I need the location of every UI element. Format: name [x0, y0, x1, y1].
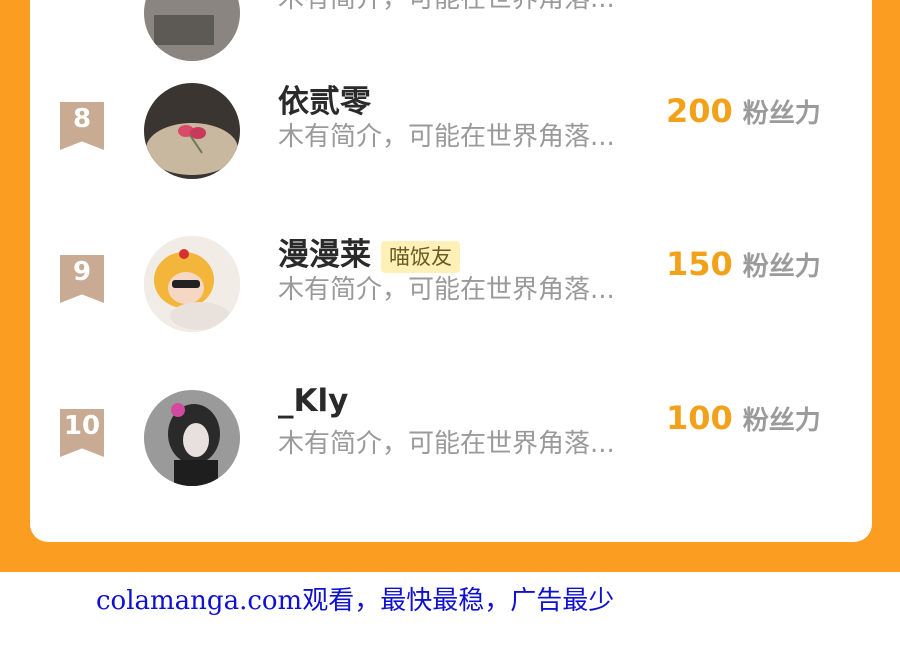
fan-power-score: 150 粉丝力 — [666, 245, 821, 283]
score-value: 150 — [666, 245, 733, 283]
orange-frame: 木有简介，可能在世界角落... 8 依贰零 木有简介，可能在世界角落... 20… — [0, 0, 900, 572]
avatar[interactable] — [144, 236, 240, 332]
rank-badge: 8 — [60, 102, 104, 150]
user-description: 木有简介，可能在世界角落... — [278, 275, 615, 305]
user-name: 依贰零 — [278, 84, 371, 120]
rank-badge: 9 — [60, 255, 104, 303]
score-unit: 粉丝力 — [742, 252, 821, 282]
user-name: 漫漫莱 喵饭友 — [278, 229, 460, 274]
list-item[interactable]: 8 依贰零 木有简介，可能在世界角落... 200 粉丝力 — [30, 78, 872, 188]
list-item[interactable]: 9 漫漫莱 喵饭友 木有简介，可能在世界角落... 150 粉丝力 — [30, 231, 872, 341]
fan-power-score: 100 粉丝力 — [666, 399, 821, 437]
avatar[interactable] — [144, 390, 240, 486]
ranking-card: 木有简介，可能在世界角落... 8 依贰零 木有简介，可能在世界角落... 20… — [30, 0, 872, 542]
avatar[interactable] — [144, 83, 240, 179]
list-item[interactable]: 木有简介，可能在世界角落... — [30, 0, 872, 61]
list-item[interactable]: 10 _Kly 木有简介，可能在世界角落... 100 粉丝力 — [30, 383, 872, 495]
avatar[interactable] — [144, 0, 240, 61]
score-value: 200 — [666, 92, 733, 130]
fan-power-score: 200 粉丝力 — [666, 92, 821, 130]
rank-badge: 10 — [60, 409, 104, 457]
user-description: 木有简介，可能在世界角落... — [278, 429, 615, 459]
score-value: 100 — [666, 399, 733, 437]
user-description: 木有简介，可能在世界角落... — [278, 0, 615, 15]
watermark-text: colamanga.com观看，最快最稳，广告最少 — [96, 586, 615, 616]
user-name: _Kly — [278, 383, 349, 419]
score-unit: 粉丝力 — [742, 406, 821, 436]
member-badge: 喵饭友 — [381, 240, 460, 273]
user-description: 木有简介，可能在世界角落... — [278, 122, 615, 152]
score-unit: 粉丝力 — [742, 99, 821, 129]
